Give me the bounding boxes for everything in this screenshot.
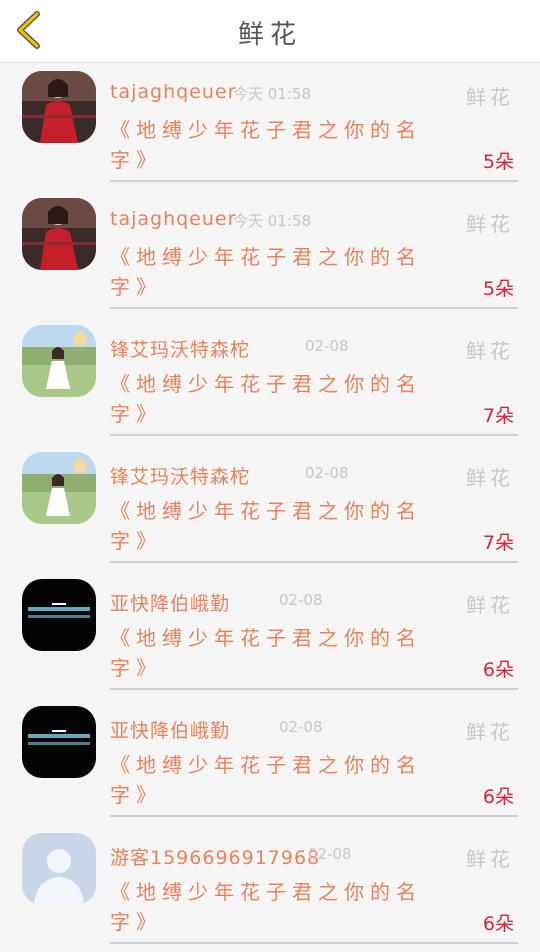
flower-count: 7朵 (482, 405, 514, 427)
avatar[interactable] (22, 452, 96, 524)
app-header: 鲜花 (0, 0, 540, 63)
avatar[interactable] (22, 833, 96, 905)
avatar[interactable] (22, 579, 96, 651)
timestamp: 今天 01:58 (233, 212, 311, 230)
gift-type-label: 鲜花 (466, 339, 514, 363)
gift-type-label: 鲜花 (466, 847, 514, 871)
book-title: 《地缚少年花子君之你的名字》 (110, 245, 422, 299)
flower-count: 5朵 (482, 151, 514, 173)
sender-name: 亚快降伯峨勤 (110, 593, 231, 615)
gift-type-label: 鲜花 (466, 212, 514, 236)
book-title: 《地缚少年花子君之你的名字》 (110, 118, 422, 172)
flower-count: 6朵 (482, 913, 514, 935)
timestamp: 02-08 (279, 591, 323, 609)
divider (110, 688, 518, 690)
avatar[interactable] (22, 198, 96, 270)
flower-count: 5朵 (482, 278, 514, 300)
sender-name: 锋艾玛沃特森柁 (110, 339, 251, 361)
list-item[interactable]: 亚快降伯峨勤 02-08 鲜花 《地缚少年花子君之你的名字》 6朵 (0, 698, 540, 825)
page-title: 鲜花 (237, 20, 302, 50)
sender-name: tajaghqeuer (110, 81, 237, 103)
timestamp: 今天 01:58 (233, 85, 311, 103)
list-item[interactable]: 亚快降伯峨勤 02-08 鲜花 《地缚少年花子君之你的名字》 6朵 (0, 571, 540, 698)
list-item[interactable]: tajaghqeuer 今天 01:58 鲜花 《地缚少年花子君之你的名字》 5… (0, 190, 540, 317)
timestamp: 02-08 (305, 464, 349, 482)
flower-count: 6朵 (482, 659, 514, 681)
timestamp: 02-08 (305, 337, 349, 355)
book-title: 《地缚少年花子君之你的名字》 (110, 753, 422, 807)
book-title: 《地缚少年花子君之你的名字》 (110, 499, 422, 553)
sender-name: tajaghqeuer (110, 208, 237, 230)
divider (110, 180, 518, 182)
avatar[interactable] (22, 325, 96, 397)
divider (110, 942, 518, 944)
gift-type-label: 鲜花 (466, 720, 514, 744)
flower-count: 7朵 (482, 532, 514, 554)
gift-type-label: 鲜花 (466, 593, 514, 617)
list-item[interactable]: 锋艾玛沃特森柁 02-08 鲜花 《地缚少年花子君之你的名字》 7朵 (0, 444, 540, 571)
book-title: 《地缚少年花子君之你的名字》 (110, 626, 422, 680)
flower-count: 6朵 (482, 786, 514, 808)
sender-name: 锋艾玛沃特森柁 (110, 466, 251, 488)
avatar[interactable] (22, 706, 96, 778)
list-item[interactable]: 游客1596696917968 02-08 鲜花 《地缚少年花子君之你的名字》 … (0, 825, 540, 952)
gift-type-label: 鲜花 (466, 466, 514, 490)
list-item[interactable]: tajaghqeuer 今天 01:58 鲜花 《地缚少年花子君之你的名字》 5… (0, 63, 540, 190)
divider (110, 815, 518, 817)
gift-type-label: 鲜花 (466, 85, 514, 109)
timestamp: 02-08 (308, 845, 352, 863)
divider (110, 561, 518, 563)
book-title: 《地缚少年花子君之你的名字》 (110, 372, 422, 426)
divider (110, 434, 518, 436)
flower-gift-list: tajaghqeuer 今天 01:58 鲜花 《地缚少年花子君之你的名字》 5… (0, 63, 540, 952)
timestamp: 02-08 (279, 718, 323, 736)
book-title: 《地缚少年花子君之你的名字》 (110, 880, 422, 934)
list-item[interactable]: 锋艾玛沃特森柁 02-08 鲜花 《地缚少年花子君之你的名字》 7朵 (0, 317, 540, 444)
sender-name: 亚快降伯峨勤 (110, 720, 231, 742)
sender-name: 游客1596696917968 (110, 847, 321, 869)
divider (110, 307, 518, 309)
avatar[interactable] (22, 71, 96, 143)
